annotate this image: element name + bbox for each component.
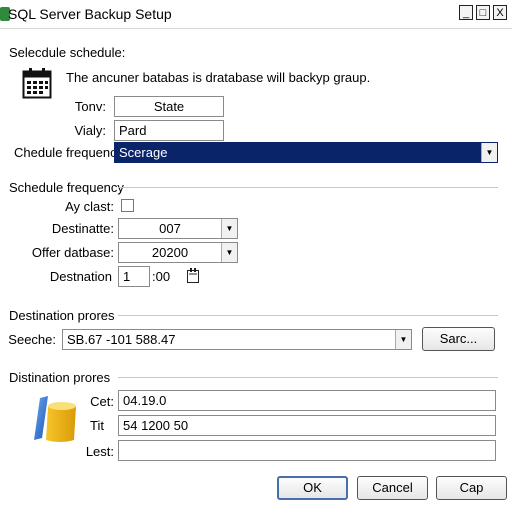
hour-field[interactable]: 1 <box>118 266 150 287</box>
section-divider <box>118 315 498 316</box>
destination-heading: Destination prores <box>9 308 115 323</box>
offer-database-select-value: 20200 <box>151 245 189 260</box>
destnation-label: Destnation <box>49 269 112 284</box>
ayclast-checkbox[interactable] <box>121 199 134 212</box>
minute-value: :00 <box>152 269 171 284</box>
seeche-label: Seeche: <box>8 332 56 347</box>
distination-heading: Distination prores <box>9 370 111 385</box>
calendar-icon <box>22 68 52 99</box>
destinate-select-value: 007 <box>159 221 181 236</box>
cet-label: Cet: <box>90 394 114 409</box>
seeche-select[interactable]: SB.67 -101 588.47 ▼ <box>62 329 412 350</box>
spin-calendar-icon[interactable] <box>186 267 202 284</box>
tit-field[interactable]: 54 1200 50 <box>118 415 496 436</box>
frequency-label: Chedule frequency <box>14 145 124 160</box>
tit-label: Tit <box>90 418 104 433</box>
lest-label: Lest: <box>85 444 114 459</box>
destinate-label: Destinatte: <box>51 221 114 236</box>
close-button[interactable]: X <box>493 5 507 20</box>
cet-field[interactable]: 04.19.0 <box>118 390 496 411</box>
chevron-down-icon[interactable]: ▼ <box>395 330 411 349</box>
destinate-select[interactable]: 007 ▼ <box>118 218 238 239</box>
frequency-select[interactable]: Scerage ▼ <box>114 142 498 163</box>
cancel-button[interactable]: Cancel <box>357 476 428 500</box>
frequency-select-value: Scerage <box>119 145 168 160</box>
seeche-select-value: SB.67 -101 588.47 <box>67 332 176 347</box>
ayclast-label: Ay clast: <box>65 199 114 214</box>
offer-database-label: Offer datbase: <box>31 245 114 260</box>
ok-button[interactable]: OK <box>277 476 348 500</box>
window-title: SQL Server Backup Setup <box>8 6 172 22</box>
offer-database-select[interactable]: 20200 ▼ <box>118 242 238 263</box>
minimize-button[interactable]: _ <box>459 5 473 20</box>
vialy-label: Vialy: <box>74 123 106 138</box>
section-divider <box>118 377 498 378</box>
frequency-heading: Schedule frequency <box>9 180 124 195</box>
tony-label: Tonv: <box>74 99 106 114</box>
vialy-field[interactable]: Pard <box>114 120 224 141</box>
cap-button[interactable]: Cap <box>436 476 507 500</box>
lest-field[interactable] <box>118 440 496 461</box>
schedule-description: The ancuner batabas is dratabase will ba… <box>66 70 371 85</box>
tony-field[interactable]: State <box>114 96 224 117</box>
chevron-down-icon[interactable]: ▼ <box>221 219 237 238</box>
schedule-heading: Selecdule schedule: <box>9 45 126 60</box>
maximize-button[interactable]: □ <box>476 5 490 20</box>
chevron-down-icon[interactable]: ▼ <box>221 243 237 262</box>
section-divider <box>118 187 498 188</box>
chevron-down-icon[interactable]: ▼ <box>481 143 497 162</box>
browse-button[interactable]: Sarc... <box>422 327 495 351</box>
